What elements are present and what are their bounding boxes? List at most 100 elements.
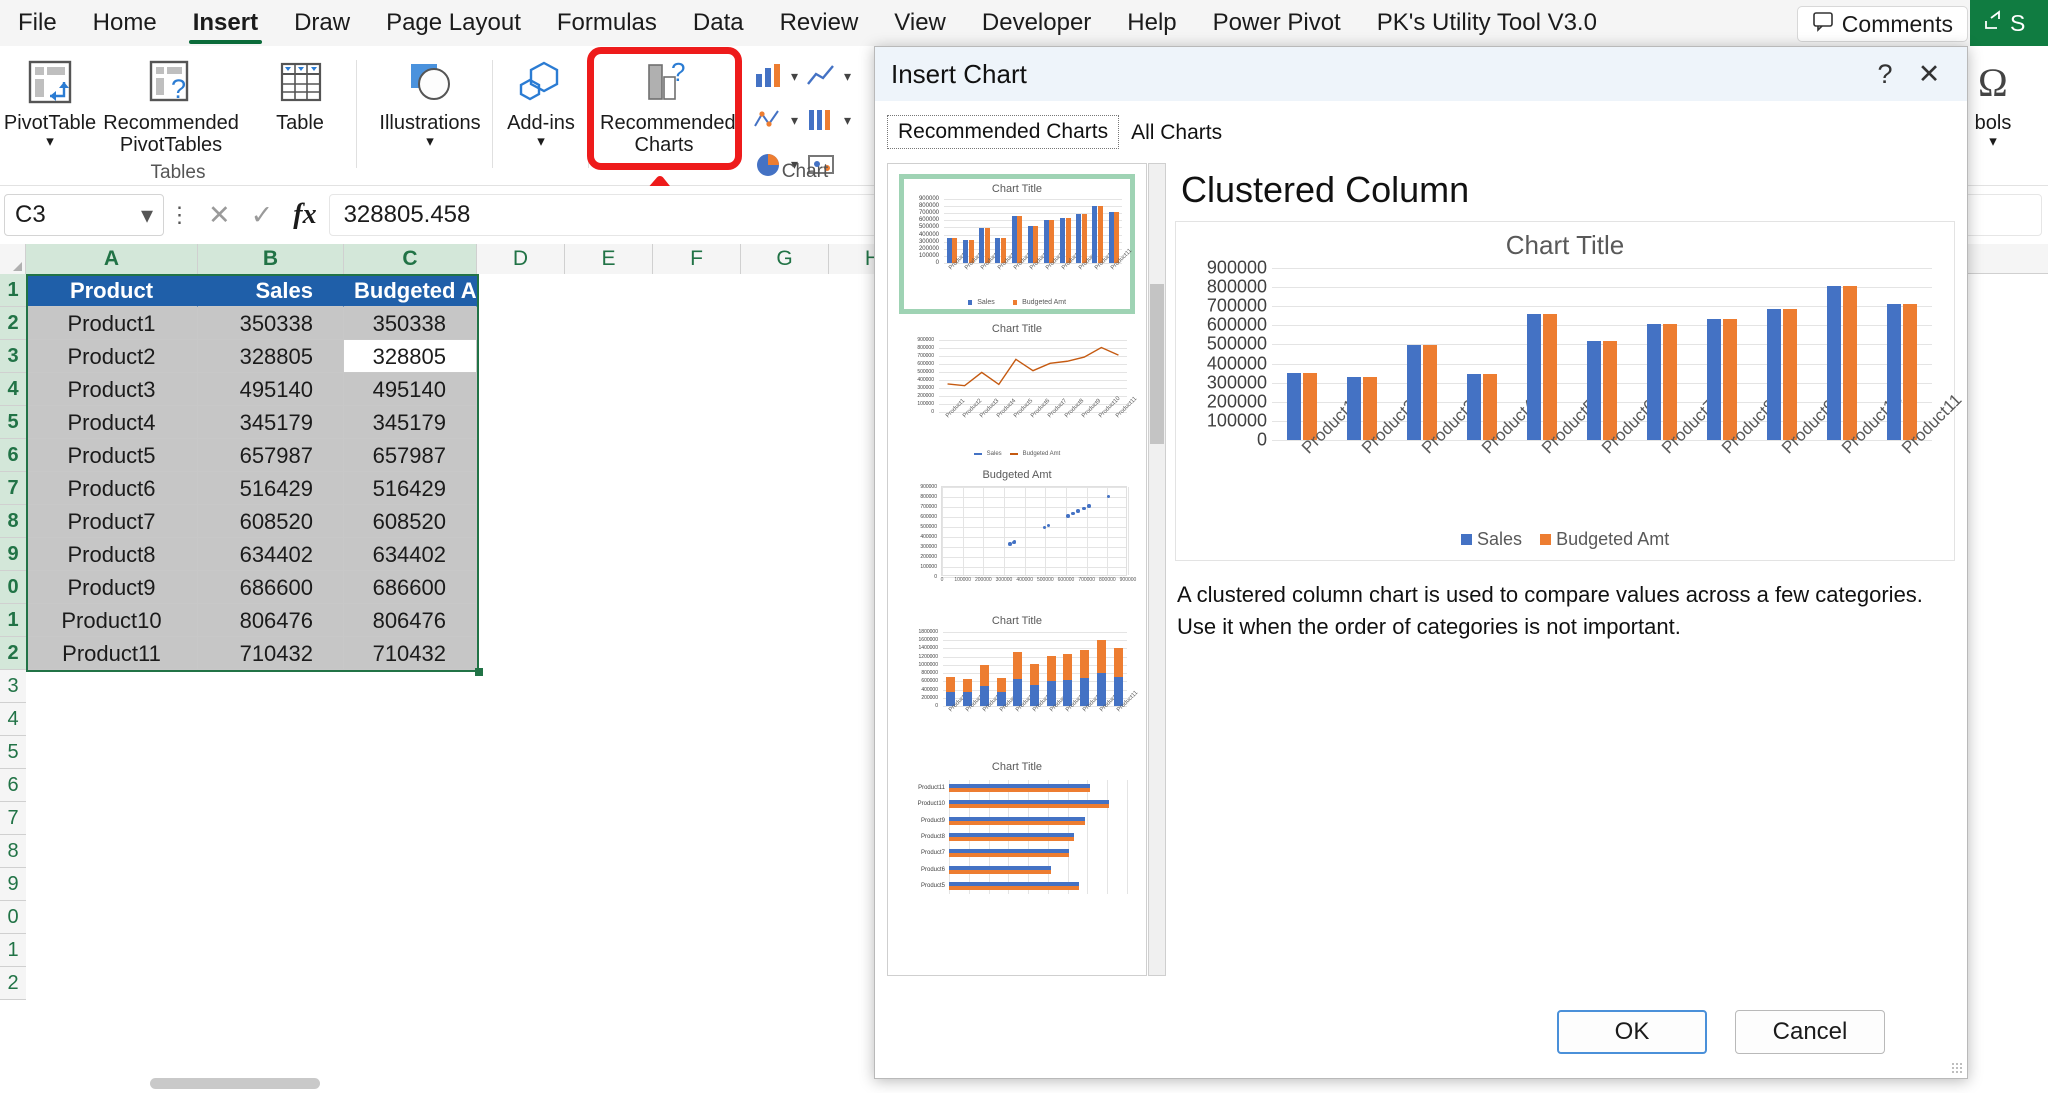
cell-empty[interactable]	[477, 769, 565, 802]
cell-empty[interactable]	[653, 406, 741, 439]
thumbnail-scrollbar-thumb[interactable]	[1150, 284, 1164, 444]
cell-empty[interactable]	[477, 538, 565, 571]
cell-empty[interactable]	[477, 868, 565, 901]
cell-empty[interactable]	[565, 472, 653, 505]
row-header-22[interactable]: 2	[0, 967, 26, 1000]
cell-empty[interactable]	[344, 802, 477, 835]
row-header-3[interactable]: 3	[0, 340, 26, 373]
ribbon-tab-data[interactable]: Data	[675, 0, 762, 46]
cell-empty[interactable]	[741, 703, 829, 736]
cell-empty[interactable]	[653, 571, 741, 604]
cell-C5[interactable]: 345179	[344, 406, 477, 439]
ribbon-tab-help[interactable]: Help	[1109, 0, 1194, 46]
tab-recommended-charts[interactable]: Recommended Charts	[887, 115, 1120, 149]
cell-empty[interactable]	[477, 802, 565, 835]
chart-thumbnail-clustered-column[interactable]: Chart Title 0 100000 200000 300000 400000 5000…	[899, 174, 1135, 314]
select-all-corner[interactable]	[0, 244, 26, 274]
cell-empty[interactable]	[565, 571, 653, 604]
cell-B9[interactable]: 634402	[198, 538, 344, 571]
cell-empty[interactable]	[344, 736, 477, 769]
row-header-20[interactable]: 0	[0, 901, 26, 934]
ribbon-tab-review[interactable]: Review	[762, 0, 877, 46]
cell-empty[interactable]	[477, 637, 565, 670]
name-box[interactable]: C3 ▾	[4, 194, 164, 236]
horizontal-scrollbar[interactable]	[150, 1078, 320, 1089]
dialog-resize-grip[interactable]	[1951, 1062, 1963, 1074]
cell-B3[interactable]: 328805	[198, 340, 344, 373]
cell-empty[interactable]	[741, 769, 829, 802]
cell-C8[interactable]: 608520	[344, 505, 477, 538]
cell-empty[interactable]	[198, 736, 344, 769]
cell-empty[interactable]	[653, 373, 741, 406]
cell-A3[interactable]: Product2	[26, 340, 198, 373]
column-header-F[interactable]: F	[653, 244, 741, 274]
cell-empty[interactable]	[477, 406, 565, 439]
ribbon-tab-draw[interactable]: Draw	[276, 0, 368, 46]
cell-empty[interactable]	[653, 967, 741, 1000]
cell-empty[interactable]	[653, 769, 741, 802]
cell-empty[interactable]	[26, 703, 198, 736]
row-header-21[interactable]: 1	[0, 934, 26, 967]
cell-empty[interactable]	[653, 274, 741, 307]
cell-B2[interactable]: 350338	[198, 307, 344, 340]
cell-empty[interactable]	[198, 934, 344, 967]
recommended-pivot-tables-button[interactable]: ? Recommended PivotTables	[96, 54, 246, 157]
row-header-5[interactable]: 5	[0, 406, 26, 439]
recommended-charts-button[interactable]: ? Recommended Charts	[600, 54, 736, 157]
illustrations-button[interactable]: Illustrations ▾	[374, 54, 486, 149]
column-header-A[interactable]: A	[26, 244, 198, 274]
cell-empty[interactable]	[653, 670, 741, 703]
cell-B11[interactable]: 806476	[198, 604, 344, 637]
cell-empty[interactable]	[565, 802, 653, 835]
cell-empty[interactable]	[344, 934, 477, 967]
scatter-chart-icon[interactable]	[750, 104, 786, 136]
cell-empty[interactable]	[741, 472, 829, 505]
pivot-table-button[interactable]: PivotTable ▾	[0, 54, 100, 149]
ribbon-tab-page-layout[interactable]: Page Layout	[368, 0, 539, 46]
cell-empty[interactable]	[565, 373, 653, 406]
cell-empty[interactable]	[477, 967, 565, 1000]
cell-A7[interactable]: Product6	[26, 472, 198, 505]
cell-A2[interactable]: Product1	[26, 307, 198, 340]
cell-B8[interactable]: 608520	[198, 505, 344, 538]
cell-empty[interactable]	[477, 703, 565, 736]
cell-empty[interactable]	[565, 769, 653, 802]
cell-empty[interactable]	[741, 736, 829, 769]
cell-empty[interactable]	[741, 274, 829, 307]
tab-all-charts[interactable]: All Charts	[1121, 117, 1232, 149]
bar-chart-icon[interactable]	[803, 104, 839, 136]
column-header-B[interactable]: B	[198, 244, 344, 274]
cell-B10[interactable]: 686600	[198, 571, 344, 604]
row-header-8[interactable]: 8	[0, 505, 26, 538]
cell-empty[interactable]	[653, 835, 741, 868]
row-header-16[interactable]: 6	[0, 769, 26, 802]
addins-button[interactable]: Add-ins ▾	[500, 54, 582, 149]
chevron-down-icon[interactable]: ▾	[788, 112, 801, 129]
cell-empty[interactable]	[344, 835, 477, 868]
cell-empty[interactable]	[477, 307, 565, 340]
cell-B1[interactable]: Sales	[198, 274, 344, 307]
chevron-down-icon[interactable]: ▾	[500, 134, 582, 149]
cell-empty[interactable]	[565, 934, 653, 967]
fill-handle[interactable]	[475, 668, 483, 676]
row-header-17[interactable]: 7	[0, 802, 26, 835]
cell-empty[interactable]	[565, 637, 653, 670]
cell-empty[interactable]	[565, 703, 653, 736]
cell-empty[interactable]	[741, 406, 829, 439]
cell-empty[interactable]	[653, 505, 741, 538]
line-chart-icon[interactable]	[803, 60, 839, 92]
cell-B12[interactable]: 710432	[198, 637, 344, 670]
cell-empty[interactable]	[477, 736, 565, 769]
cell-empty[interactable]	[653, 901, 741, 934]
cell-A6[interactable]: Product5	[26, 439, 198, 472]
cell-empty[interactable]	[198, 901, 344, 934]
ok-button[interactable]: OK	[1557, 1010, 1707, 1054]
cell-empty[interactable]	[477, 373, 565, 406]
cell-A10[interactable]: Product9	[26, 571, 198, 604]
cell-empty[interactable]	[741, 439, 829, 472]
cell-C7[interactable]: 516429	[344, 472, 477, 505]
cell-empty[interactable]	[477, 835, 565, 868]
cell-empty[interactable]	[653, 472, 741, 505]
cell-empty[interactable]	[565, 340, 653, 373]
table-button[interactable]: Table	[250, 54, 350, 134]
